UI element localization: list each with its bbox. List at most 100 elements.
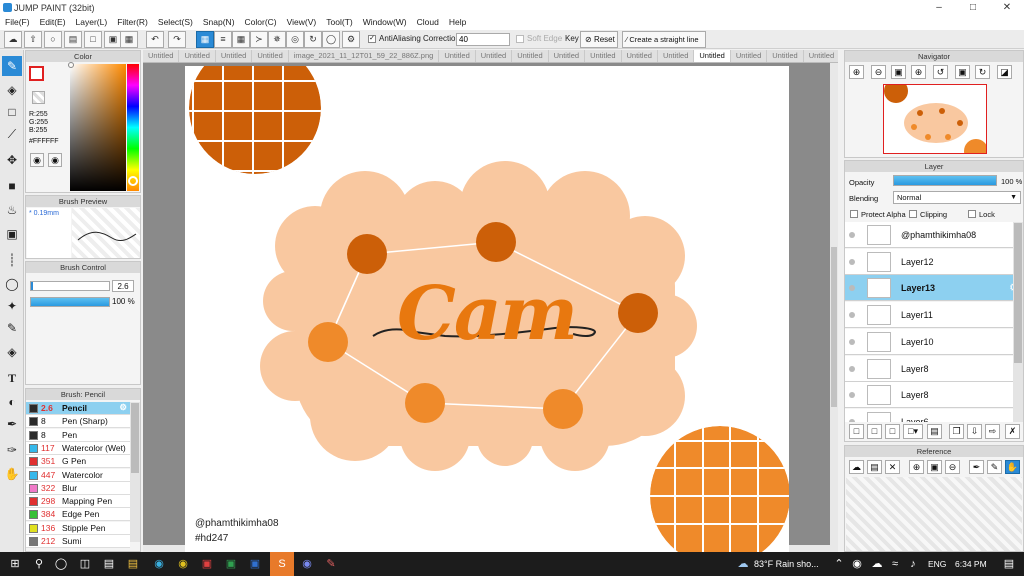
document-tab[interactable]: Untitled xyxy=(731,50,768,62)
layer-visibility-icon[interactable] xyxy=(849,258,855,265)
brush-opacity-slider[interactable] xyxy=(30,297,110,307)
minimize-icon[interactable]: – xyxy=(922,0,956,16)
brush-list-item[interactable]: 8 Pen xyxy=(26,428,130,442)
document-tab[interactable]: Untitled xyxy=(216,50,253,62)
paint-app-icon[interactable]: ✎ xyxy=(322,555,340,573)
correction-input[interactable] xyxy=(456,33,510,46)
swatch-settings-icon[interactable]: ◉ xyxy=(48,153,62,167)
close-icon[interactable]: ✕ xyxy=(990,0,1024,16)
snap-parallel-icon[interactable]: ≡ xyxy=(214,31,232,48)
vertical-scrollbar[interactable] xyxy=(830,63,838,552)
select-eraser-tool-icon[interactable]: ◈ xyxy=(2,342,22,362)
reference-zoom-out-icon[interactable]: ⊖ xyxy=(945,460,960,474)
soft-edge-checkbox[interactable] xyxy=(516,35,524,43)
store-icon[interactable]: ▣ xyxy=(198,555,216,573)
snap-settings-icon[interactable]: ⚙ xyxy=(342,31,360,48)
tray-app-icon[interactable]: ◉ xyxy=(848,555,866,573)
new-file-icon[interactable]: □ xyxy=(84,31,102,48)
layer-row[interactable]: Layer8 xyxy=(845,355,1013,382)
menu-item[interactable]: Select(S) xyxy=(153,16,198,30)
brush-list-item[interactable]: 117 Watercolor (Wet) xyxy=(26,441,130,455)
eraser-tool-icon[interactable]: ◈ xyxy=(2,80,22,100)
clipping-checkbox[interactable] xyxy=(909,210,917,218)
layer-row[interactable]: @phamthikimha08 xyxy=(845,222,1013,248)
bucket-tool-icon[interactable]: ♨ xyxy=(2,200,22,220)
grid-icon[interactable]: ▦ xyxy=(120,31,138,48)
layer-row[interactable]: Layer10 xyxy=(845,328,1013,355)
document-tab[interactable]: Untitled xyxy=(549,50,586,62)
delete-layer-icon[interactable]: ✗ xyxy=(1005,424,1020,439)
menu-item[interactable]: Filter(R) xyxy=(112,16,153,30)
layer-visibility-icon[interactable] xyxy=(849,285,855,292)
layer-visibility-icon[interactable] xyxy=(849,365,855,372)
menu-item[interactable]: Edit(E) xyxy=(35,16,71,30)
chrome-icon[interactable]: ◉ xyxy=(174,555,192,573)
rotate-reset-icon[interactable]: ▣ xyxy=(955,65,970,79)
zoom-in-icon[interactable]: ⊕ xyxy=(849,65,864,79)
actual-size-icon[interactable]: ⊕ xyxy=(911,65,926,79)
excel-icon[interactable]: ▣ xyxy=(222,555,240,573)
menu-item[interactable]: View(V) xyxy=(282,16,322,30)
fit-icon[interactable]: ▣ xyxy=(891,65,906,79)
layer-list-scrollbar[interactable] xyxy=(1013,222,1023,422)
magic-wand-tool-icon[interactable]: ✦ xyxy=(2,296,22,316)
snap-circle-icon[interactable]: ◎ xyxy=(286,31,304,48)
snap-off-icon[interactable]: ▦ xyxy=(196,31,214,48)
rotate-right-icon[interactable]: ↻ xyxy=(975,65,990,79)
brush-settings-icon[interactable]: ⚙ xyxy=(119,402,127,413)
transfer-layer-icon[interactable]: ⇨ xyxy=(985,424,1000,439)
document-tab[interactable]: Untitled xyxy=(476,50,513,62)
shape-tool-icon[interactable]: ◐ xyxy=(2,392,22,412)
lasso-tool-icon[interactable]: ◯ xyxy=(2,274,22,294)
menu-item[interactable]: Color(C) xyxy=(240,16,282,30)
select-rect-tool-icon[interactable]: ┊ xyxy=(2,250,22,270)
document-tab[interactable]: Untitled xyxy=(585,50,622,62)
pencil-tool-icon[interactable]: ✎ xyxy=(2,56,22,76)
folder-icon[interactable]: ▤ xyxy=(64,31,82,48)
select-pen-tool-icon[interactable]: ✎ xyxy=(2,318,22,338)
layer-row[interactable]: Layer6 xyxy=(845,408,1013,422)
notification-icon[interactable]: ▤ xyxy=(1000,555,1018,573)
hand-tool-icon[interactable]: ✋ xyxy=(2,464,22,484)
current-color-swatch[interactable] xyxy=(29,66,44,81)
document-tab[interactable]: Untitled xyxy=(439,50,476,62)
rectangle-tool-icon[interactable]: □ xyxy=(2,102,22,122)
gradient-tool-icon[interactable]: ▣ xyxy=(2,224,22,244)
layer-row[interactable]: Layer13⚙ xyxy=(845,275,1013,302)
palette-icon[interactable]: ◉ xyxy=(30,153,44,167)
reference-area[interactable] xyxy=(846,477,1022,551)
layer-visibility-icon[interactable] xyxy=(849,418,855,422)
reference-zoom-in-icon[interactable]: ⊕ xyxy=(909,460,924,474)
flip-icon[interactable]: ◪ xyxy=(997,65,1012,79)
brush-list-item[interactable]: 322 Blur xyxy=(26,481,130,495)
brush-list-item[interactable]: 447 Watercolor xyxy=(26,468,130,482)
layer-row[interactable]: Layer12 xyxy=(845,248,1013,275)
clock[interactable]: 6:34 PM xyxy=(955,559,987,569)
reference-fit-icon[interactable]: ▣ xyxy=(927,460,942,474)
document-tab[interactable]: image_2021_11_12T01_59_22_886Z.png xyxy=(289,50,440,62)
task-view-icon[interactable]: ◫ xyxy=(76,555,94,573)
hue-slider[interactable] xyxy=(127,64,139,191)
reference-cloud-icon[interactable]: ☁ xyxy=(849,460,864,474)
reference-open-icon[interactable]: ▤ xyxy=(867,460,882,474)
layer-opacity-slider[interactable] xyxy=(893,175,997,186)
discord-icon[interactable]: ◉ xyxy=(298,555,316,573)
new-layer-1bit-icon[interactable]: □ xyxy=(885,424,900,439)
redo-icon[interactable]: ↷ xyxy=(168,31,186,48)
layer-visibility-icon[interactable] xyxy=(849,232,855,238)
file-explorer-icon[interactable]: ▤ xyxy=(124,555,142,573)
transparent-swatch[interactable] xyxy=(32,91,45,104)
document-tab[interactable]: Untitled xyxy=(252,50,289,62)
straight-line-button[interactable]: ∕ Create a straight line xyxy=(622,31,706,48)
word-icon[interactable]: ▣ xyxy=(246,555,264,573)
brush-list-item[interactable]: 384 Edge Pen xyxy=(26,508,130,522)
menu-item[interactable]: Cloud xyxy=(412,16,444,30)
snap-ellipse-icon[interactable]: ◯ xyxy=(322,31,340,48)
jumppaint-taskbar-icon[interactable]: S xyxy=(270,552,294,576)
language-indicator[interactable]: ENG xyxy=(928,559,946,569)
brush-size-slider[interactable] xyxy=(30,281,110,291)
snap-vanish-icon[interactable]: ≻ xyxy=(250,31,268,48)
layer-visibility-icon[interactable] xyxy=(849,392,855,399)
protect-alpha-checkbox[interactable] xyxy=(850,210,858,218)
volume-icon[interactable]: ♪ xyxy=(904,555,922,573)
